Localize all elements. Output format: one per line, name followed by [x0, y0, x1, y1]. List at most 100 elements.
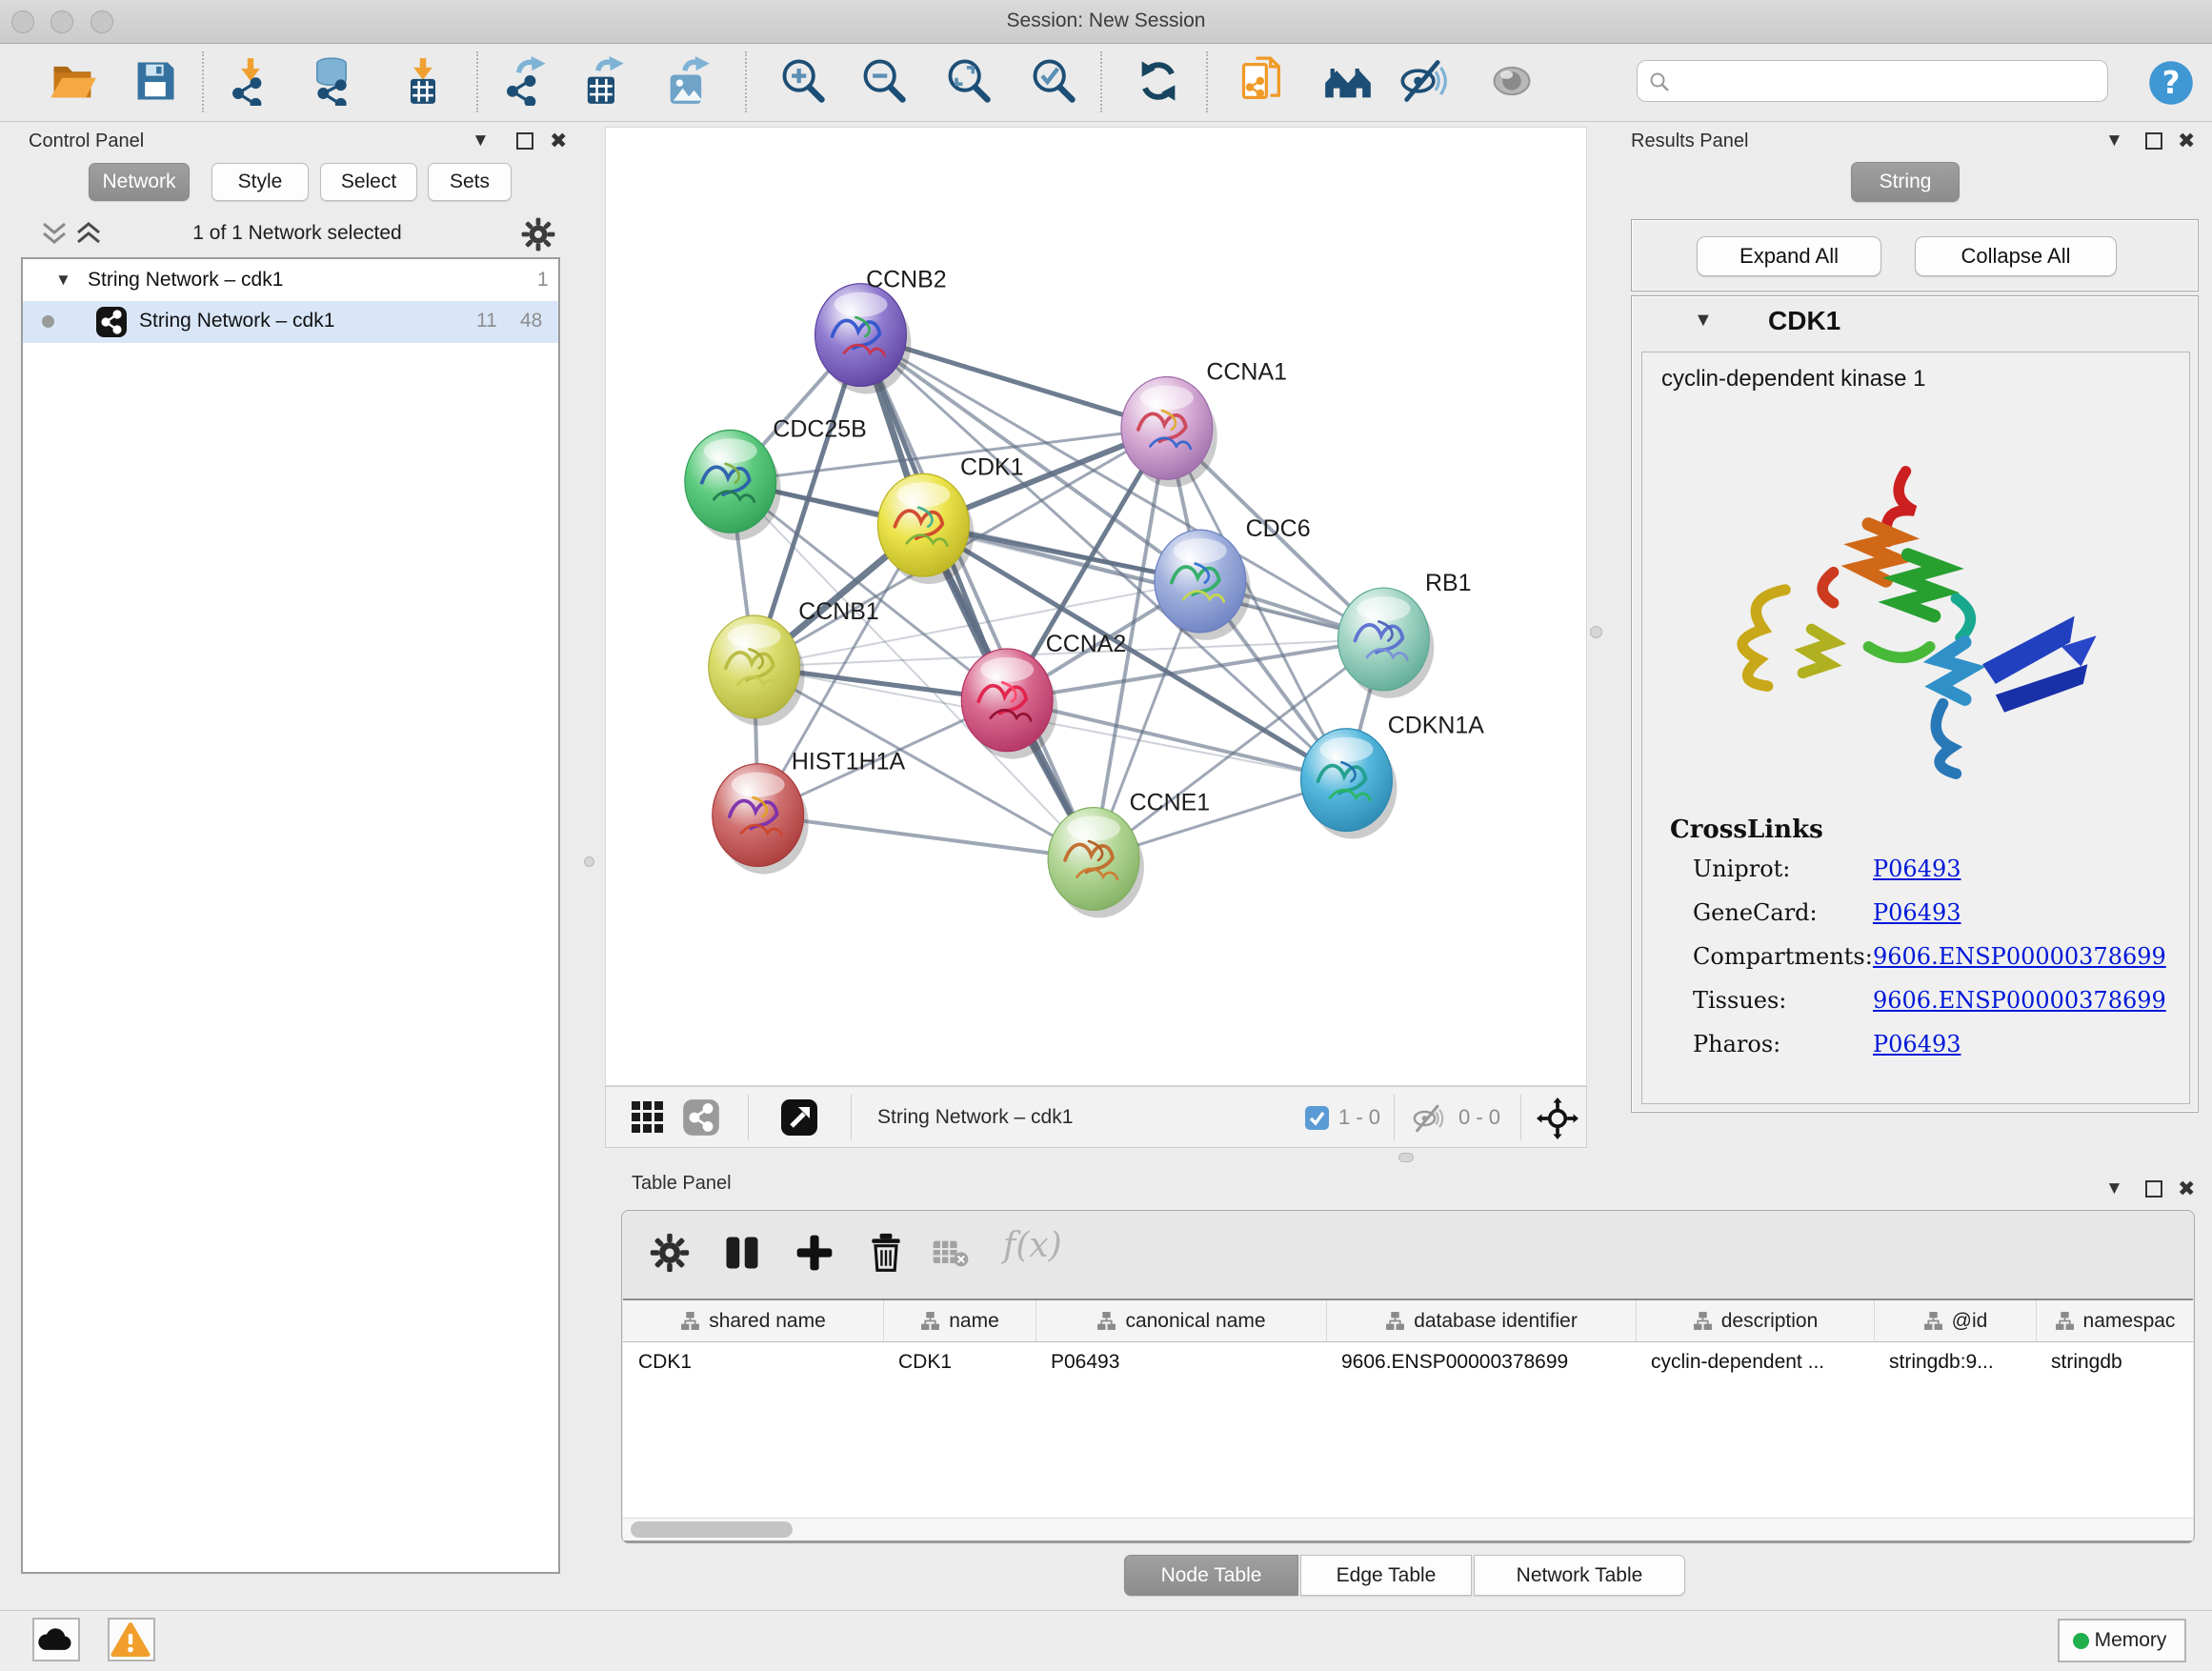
birdseye-view-icon[interactable] [780, 1098, 818, 1137]
table-panel-close-icon[interactable]: ✖ [2178, 1177, 2195, 1201]
network-edge[interactable] [860, 335, 1094, 859]
splitter-handle[interactable] [584, 856, 594, 867]
table-cell[interactable]: P06493 [1036, 1344, 1326, 1380]
column-label: name [949, 1310, 999, 1333]
crosslink-link[interactable]: P06493 [1873, 899, 1961, 926]
crosslink-link[interactable]: 9606.ENSP00000378699 [1873, 943, 2166, 970]
column-header[interactable]: shared name [623, 1300, 883, 1342]
node-label: CDC25B [773, 415, 866, 442]
network-collection-count: 1 [537, 269, 549, 292]
string-import-icon[interactable] [1237, 56, 1287, 106]
expand-all-icon[interactable] [72, 220, 105, 251]
search-input[interactable] [1678, 65, 2097, 97]
crosslink-label: Tissues: [1693, 987, 1786, 1014]
search-field[interactable] [1637, 60, 2108, 102]
table-cell[interactable]: cyclin-dependent ... [1636, 1344, 1874, 1380]
tab-network[interactable]: Network [89, 163, 190, 201]
export-network-icon[interactable] [500, 56, 550, 106]
collapse-all-icon[interactable] [38, 220, 70, 251]
table-cell[interactable]: stringdb [2036, 1344, 2193, 1380]
cloud-status-button[interactable] [32, 1618, 80, 1661]
network-canvas[interactable]: CCNB2CCNA1CDC25BCDK1CDC6RB1CCNB1CCNA2HIS… [605, 127, 1587, 1086]
results-panel-title: Results Panel [1631, 131, 1748, 152]
network-graph[interactable]: CCNB2CCNA1CDC25BCDK1CDC6RB1CCNB1CCNA2HIS… [606, 128, 1586, 1085]
refresh-icon[interactable] [1134, 56, 1183, 106]
show-panel-icon[interactable] [1487, 56, 1537, 106]
selected-checkbox-icon[interactable] [1304, 1105, 1330, 1131]
tab-style[interactable]: Style [211, 163, 309, 201]
table-panel-float-icon[interactable] [2145, 1180, 2162, 1198]
column-header[interactable]: database identifier [1326, 1300, 1636, 1342]
tab-string[interactable]: String [1851, 162, 1960, 202]
results-panel: Results Panel ▼ ✖ String Expand All Coll… [1619, 127, 2212, 1158]
tab-node-table[interactable]: Node Table [1124, 1555, 1298, 1596]
control-panel-collapse-icon[interactable]: ▼ [472, 129, 490, 153]
network-collection-row[interactable]: ▼ String Network – cdk1 1 [23, 261, 558, 301]
add-column-icon[interactable] [794, 1232, 835, 1274]
scrollbar-thumb[interactable] [631, 1521, 793, 1538]
crosslink-link[interactable]: P06493 [1873, 1031, 1961, 1057]
table-cell[interactable]: CDK1 [883, 1344, 1036, 1380]
import-network-icon[interactable] [226, 56, 275, 106]
results-panel-float-icon[interactable] [2145, 132, 2162, 150]
hide-panel-icon[interactable] [1398, 56, 1448, 106]
expand-all-button[interactable]: Expand All [1697, 236, 1881, 276]
column-header[interactable]: namespac [2036, 1300, 2193, 1342]
network-row-selected[interactable]: String Network – cdk1 11 48 [23, 301, 558, 343]
collapse-all-button[interactable]: Collapse All [1915, 236, 2117, 276]
memory-button[interactable]: Memory [2058, 1619, 2186, 1662]
column-header[interactable]: canonical name [1036, 1300, 1326, 1342]
zoom-in-icon[interactable] [778, 56, 828, 106]
table-cell[interactable]: 9606.ENSP00000378699 [1326, 1344, 1636, 1380]
toolbar-separator [476, 51, 478, 112]
splitter-handle[interactable] [1590, 626, 1602, 638]
export-image-icon[interactable] [662, 56, 712, 106]
gene-panel: ▼ CDK1 cyclin-dependent kinase 1 [1631, 295, 2199, 1113]
delete-column-trash-icon[interactable] [865, 1232, 907, 1274]
grid-view-icon[interactable] [630, 1099, 666, 1136]
crosslink-link[interactable]: 9606.ENSP00000378699 [1873, 987, 2166, 1014]
warnings-button[interactable] [108, 1618, 155, 1661]
save-session-icon[interactable] [131, 56, 180, 106]
column-header[interactable]: @id [1874, 1300, 2036, 1342]
fit-selected-crosshair-icon[interactable] [1537, 1097, 1579, 1139]
crosslink-link[interactable]: P06493 [1873, 856, 1961, 882]
import-database-icon[interactable] [307, 56, 356, 106]
network-edge[interactable] [923, 525, 1383, 639]
tree-expand-icon[interactable]: ▼ [55, 271, 71, 290]
table-cell[interactable]: stringdb:9... [1874, 1344, 2036, 1380]
control-panel-float-icon[interactable] [516, 132, 533, 150]
minimize-window-icon[interactable] [50, 10, 73, 33]
zoom-selected-icon[interactable] [1029, 56, 1078, 106]
column-header[interactable]: name [883, 1300, 1036, 1342]
export-table-icon[interactable] [577, 56, 627, 106]
network-options-gear-icon[interactable] [520, 216, 556, 252]
column-type-icon [1693, 1311, 1713, 1331]
close-window-icon[interactable] [11, 10, 34, 33]
table-options-gear-icon[interactable] [649, 1232, 691, 1274]
gene-collapse-icon[interactable]: ▼ [1694, 310, 1713, 332]
column-header[interactable]: description [1636, 1300, 1874, 1342]
results-panel-collapse-icon[interactable]: ▼ [2105, 129, 2123, 153]
open-session-icon[interactable] [48, 56, 97, 106]
column-label: description [1721, 1310, 1819, 1333]
zoom-window-icon[interactable] [90, 10, 113, 33]
horizontal-scrollbar[interactable] [623, 1518, 2193, 1540]
home-icon[interactable] [1323, 56, 1373, 106]
delete-table-icon [932, 1238, 970, 1270]
zoom-fit-icon[interactable] [944, 56, 994, 106]
string-view-icon[interactable] [682, 1098, 720, 1137]
tab-network-table[interactable]: Network Table [1474, 1555, 1685, 1596]
table-cell[interactable]: CDK1 [623, 1344, 883, 1380]
show-columns-icon[interactable] [721, 1232, 763, 1274]
help-icon[interactable]: ? [2146, 58, 2196, 108]
results-panel-close-icon[interactable]: ✖ [2178, 129, 2195, 153]
tab-edge-table[interactable]: Edge Table [1300, 1555, 1472, 1596]
control-panel-close-icon[interactable]: ✖ [550, 129, 567, 153]
tab-sets[interactable]: Sets [428, 163, 512, 201]
zoom-out-icon[interactable] [859, 56, 909, 106]
tab-select[interactable]: Select [320, 163, 417, 201]
table-panel-collapse-icon[interactable]: ▼ [2105, 1177, 2123, 1201]
import-table-icon[interactable] [398, 56, 448, 106]
node-label: CCNA1 [1206, 358, 1287, 385]
